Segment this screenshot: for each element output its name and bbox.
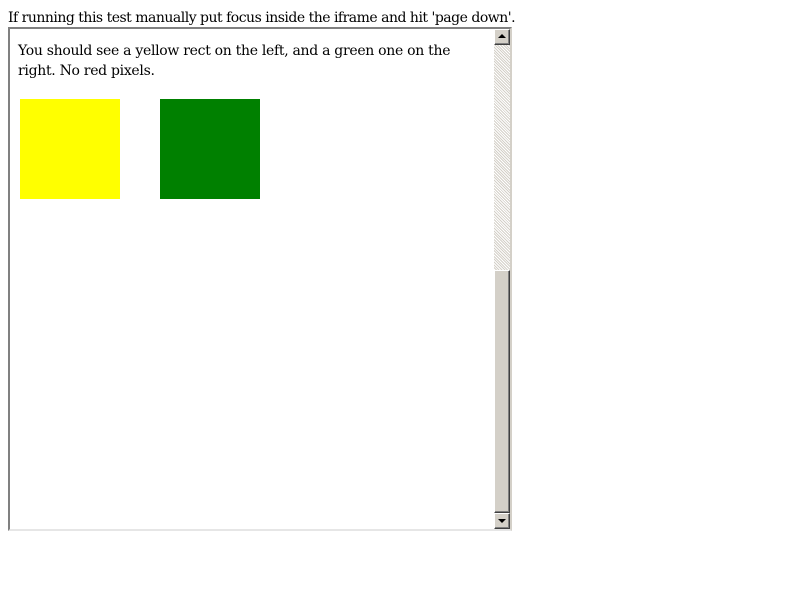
yellow-rect bbox=[20, 99, 120, 199]
test-instructions: If running this test manually put focus … bbox=[8, 10, 516, 26]
triangle-down-icon bbox=[498, 519, 506, 523]
iframe-description: You should see a yellow rect on the left… bbox=[18, 43, 451, 79]
vertical-scrollbar[interactable] bbox=[494, 29, 510, 529]
scroll-down-button[interactable] bbox=[494, 513, 510, 529]
triangle-up-icon bbox=[498, 34, 506, 38]
green-rect bbox=[160, 99, 260, 199]
iframe-document[interactable]: You should see a yellow rect on the left… bbox=[10, 29, 494, 529]
scroll-track[interactable] bbox=[494, 45, 510, 513]
scroll-up-button[interactable] bbox=[494, 29, 510, 45]
scroll-thumb[interactable] bbox=[494, 270, 510, 513]
test-iframe[interactable]: You should see a yellow rect on the left… bbox=[8, 27, 512, 531]
